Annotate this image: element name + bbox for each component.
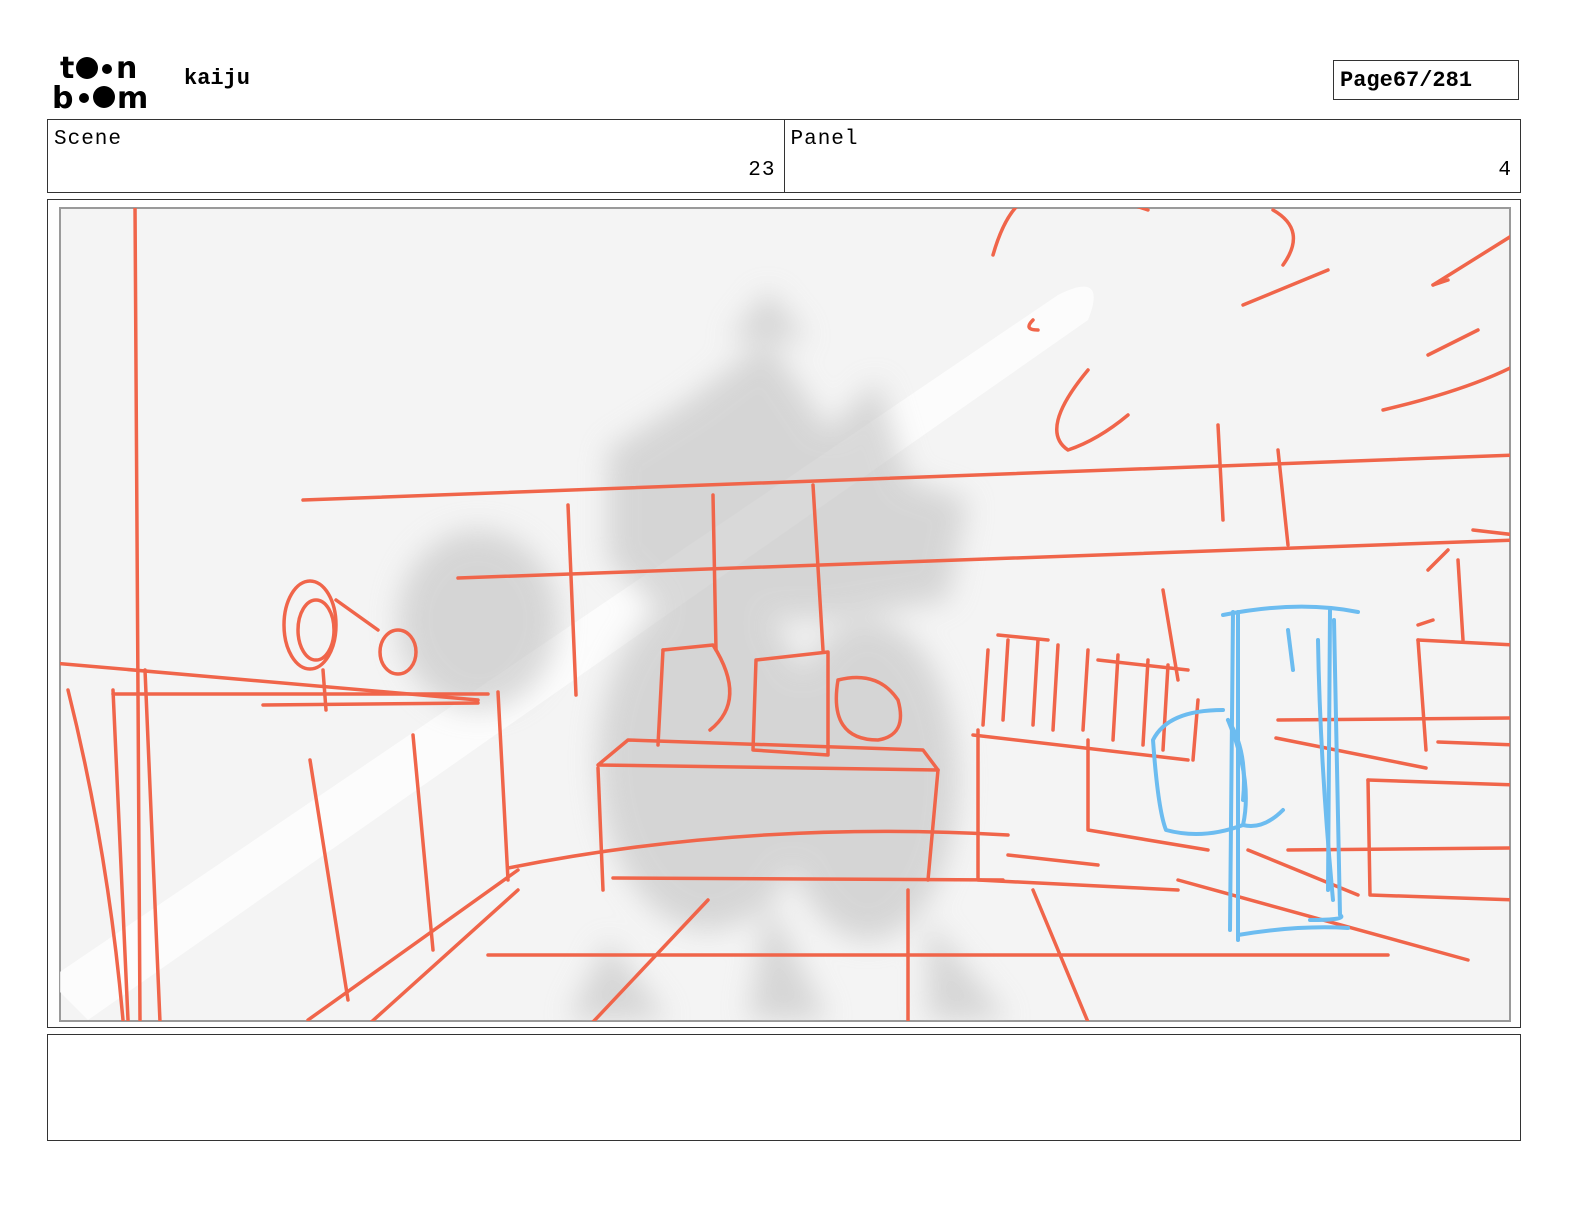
panel-number: 4 — [1498, 159, 1512, 182]
scene-panel-info: Scene 23 Panel 4 — [47, 119, 1521, 193]
svg-text:b: b — [52, 81, 73, 112]
page-indicator: Page 67/281 — [1333, 60, 1519, 100]
panel-notes-box — [47, 1034, 1521, 1141]
storyboard-sketch — [59, 207, 1511, 1022]
storyboard-panel — [47, 199, 1521, 1028]
scene-cell: Scene 23 — [48, 120, 784, 192]
panel-cell: Panel 4 — [783, 120, 1521, 192]
panel-label: Panel — [790, 128, 859, 151]
page-label: Page — [1340, 67, 1393, 93]
toonboom-logo: t n b m — [52, 52, 148, 112]
scene-label: Scene — [54, 128, 123, 151]
svg-text:m: m — [117, 81, 148, 112]
project-title: kaiju — [184, 66, 251, 91]
scene-number: 23 — [748, 159, 776, 182]
page-number: 67/281 — [1392, 67, 1473, 93]
